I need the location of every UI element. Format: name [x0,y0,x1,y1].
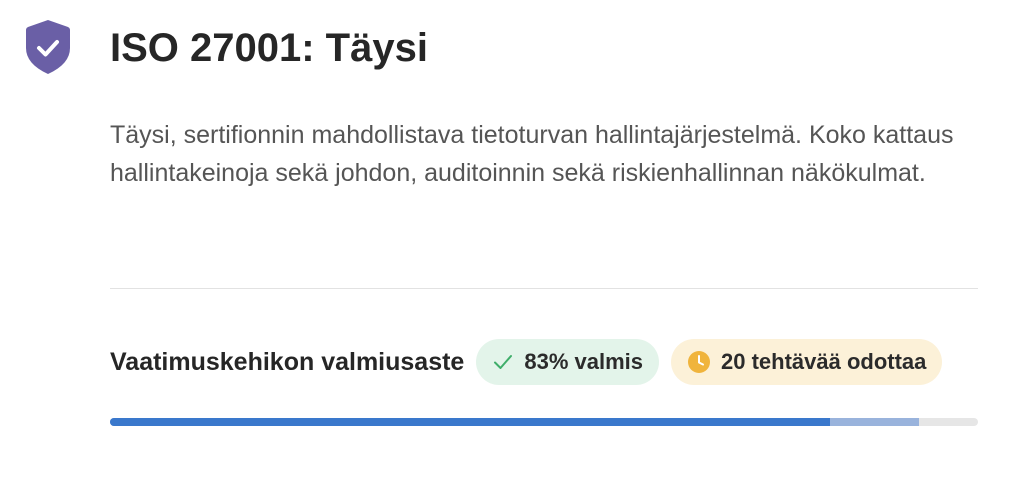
pending-tasks-badge: 20 tehtävää odottaa [670,339,943,385]
shield-check-icon [26,20,70,74]
readiness-header: Vaatimuskehikon valmiusaste 83% valmis 2… [110,338,978,386]
clock-icon [687,351,710,373]
readiness-progress-bar [110,418,978,426]
page-title: ISO 27001: Täysi [110,26,428,70]
shield-shape [26,20,70,74]
check-icon [494,355,513,369]
framework-description: Täysi, sertifionnin mahdollistava tietot… [110,121,954,187]
progress-fill-done [110,418,831,426]
ready-status-text: 83% valmis [524,349,643,374]
divider [110,288,978,289]
pending-tasks-text: 20 tehtävää odottaa [720,349,927,374]
readiness-label: Vaatimuskehikon valmiusaste [110,347,465,376]
framework-card: ISO 27001: Täysi Täysi, sertifionnin mah… [0,0,1030,500]
ready-status-badge: 83% valmis [476,339,659,385]
